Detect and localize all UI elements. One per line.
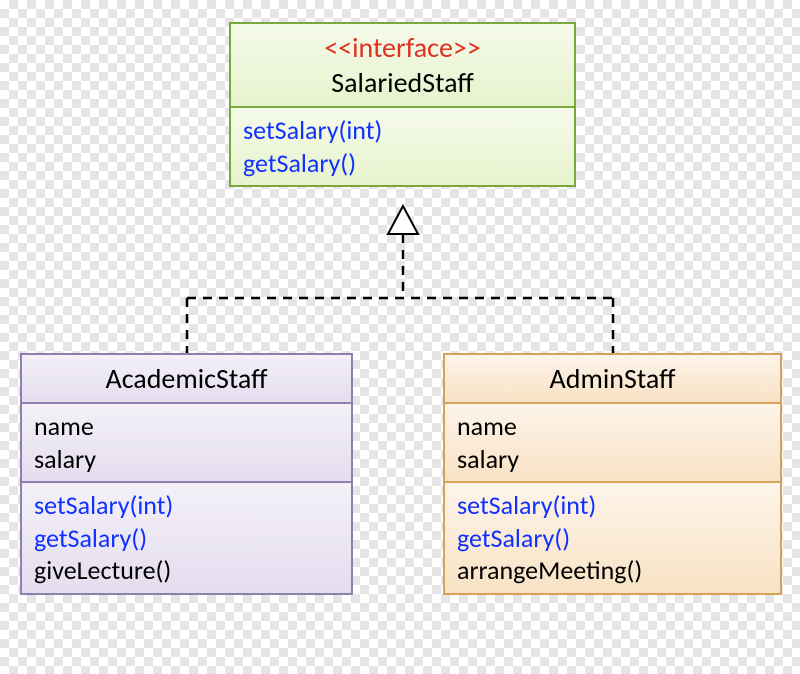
admin-name: AdminStaff xyxy=(457,361,768,396)
admin-attribute: name xyxy=(457,410,768,443)
admin-class-box: AdminStaff name salary setSalary(int) ge… xyxy=(443,353,782,595)
academic-class-box: AcademicStaff name salary setSalary(int)… xyxy=(20,353,353,595)
admin-method: setSalary(int) xyxy=(457,489,768,522)
academic-method: getSalary() xyxy=(34,522,339,555)
academic-method: giveLecture() xyxy=(34,554,339,587)
interface-class-box: <<interface>> SalariedStaff setSalary(in… xyxy=(229,22,576,187)
interface-name: SalariedStaff xyxy=(243,65,562,100)
admin-method: arrangeMeeting() xyxy=(457,554,768,587)
interface-stereotype: <<interface>> xyxy=(243,30,562,65)
admin-method: getSalary() xyxy=(457,522,768,555)
admin-attribute: salary xyxy=(457,443,768,476)
admin-methods-compartment: setSalary(int) getSalary() arrangeMeetin… xyxy=(445,483,780,593)
interface-method: getSalary() xyxy=(243,147,562,180)
academic-name: AcademicStaff xyxy=(34,361,339,396)
academic-attribute: name xyxy=(34,410,339,443)
interface-title-compartment: <<interface>> SalariedStaff xyxy=(231,24,574,108)
academic-attribute: salary xyxy=(34,443,339,476)
admin-attributes-compartment: name salary xyxy=(445,404,780,483)
academic-attributes-compartment: name salary xyxy=(22,404,351,483)
academic-methods-compartment: setSalary(int) getSalary() giveLecture() xyxy=(22,483,351,593)
admin-title-compartment: AdminStaff xyxy=(445,355,780,404)
academic-title-compartment: AcademicStaff xyxy=(22,355,351,404)
interface-method: setSalary(int) xyxy=(243,114,562,147)
uml-diagram: <<interface>> SalariedStaff setSalary(in… xyxy=(0,0,800,674)
academic-method: setSalary(int) xyxy=(34,489,339,522)
interface-methods-compartment: setSalary(int) getSalary() xyxy=(231,108,574,185)
